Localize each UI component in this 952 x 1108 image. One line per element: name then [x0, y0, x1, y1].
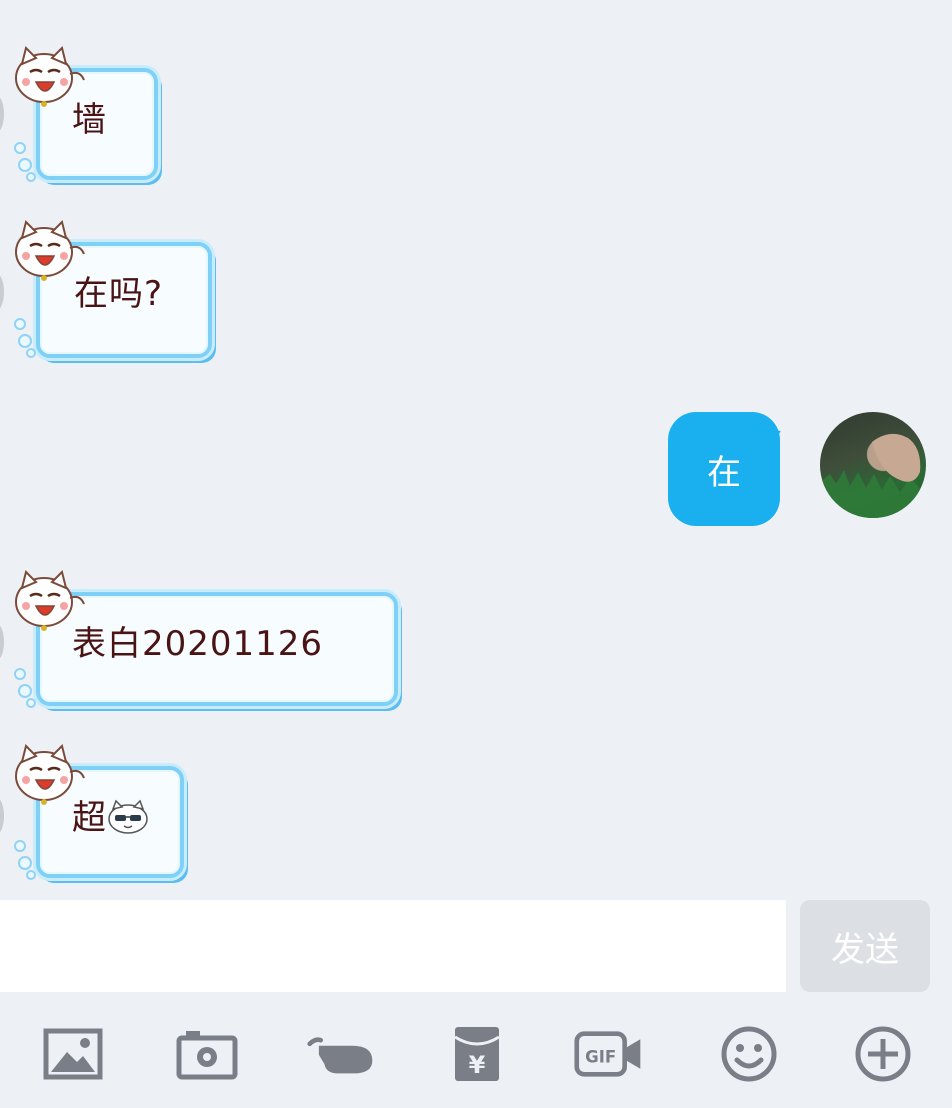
my-avatar[interactable] [820, 412, 926, 518]
message-text: 表白20201126 [72, 624, 324, 664]
red-packet-symbol: ¥ [469, 1051, 486, 1079]
sender-avatar[interactable] [0, 274, 4, 310]
cat-sticker-icon [15, 570, 85, 631]
image-icon [43, 1028, 103, 1080]
image-button[interactable] [38, 1022, 108, 1086]
more-button[interactable] [848, 1022, 918, 1086]
emoji-icon [721, 1026, 777, 1082]
red-packet-button[interactable]: ¥ [442, 1022, 512, 1086]
plus-icon [855, 1026, 911, 1082]
cat-sticker-icon [15, 46, 85, 107]
message-text: 在 [707, 452, 741, 493]
sender-avatar[interactable] [0, 798, 4, 834]
camera-icon [176, 1031, 238, 1080]
poke-button[interactable] [306, 1022, 376, 1086]
message-input-bar: 发送 [0, 900, 952, 992]
cat-sticker-icon [15, 220, 85, 281]
gif-video-button[interactable]: GIF [574, 1022, 644, 1086]
chat-area[interactable]: 墙 在吗? 在 表白20201126 超 [0, 0, 952, 900]
sender-avatar[interactable] [0, 624, 4, 660]
incoming-message: 墙 [0, 46, 170, 190]
message-bubble[interactable]: 表白20201126 [36, 592, 398, 706]
avatar-photo-icon [820, 433, 926, 518]
camera-button[interactable] [172, 1022, 242, 1086]
incoming-message: 表白20201126 [0, 570, 410, 714]
gif-label: GIF [585, 1047, 616, 1066]
red-packet-icon: ¥ [454, 1027, 500, 1081]
incoming-message: 在吗? [0, 220, 222, 364]
emoji-button[interactable] [714, 1022, 784, 1086]
poke-hand-icon [307, 1037, 373, 1074]
gif-icon: GIF [574, 1031, 641, 1077]
send-button[interactable]: 发送 [800, 900, 930, 992]
chat-toolbar: ¥ GIF [0, 992, 952, 1108]
incoming-message: 超 [0, 744, 196, 888]
cool-cat-emoji-icon [108, 799, 148, 834]
message-input[interactable] [0, 900, 786, 992]
cat-sticker-icon [15, 744, 85, 805]
sender-avatar[interactable] [0, 96, 4, 132]
